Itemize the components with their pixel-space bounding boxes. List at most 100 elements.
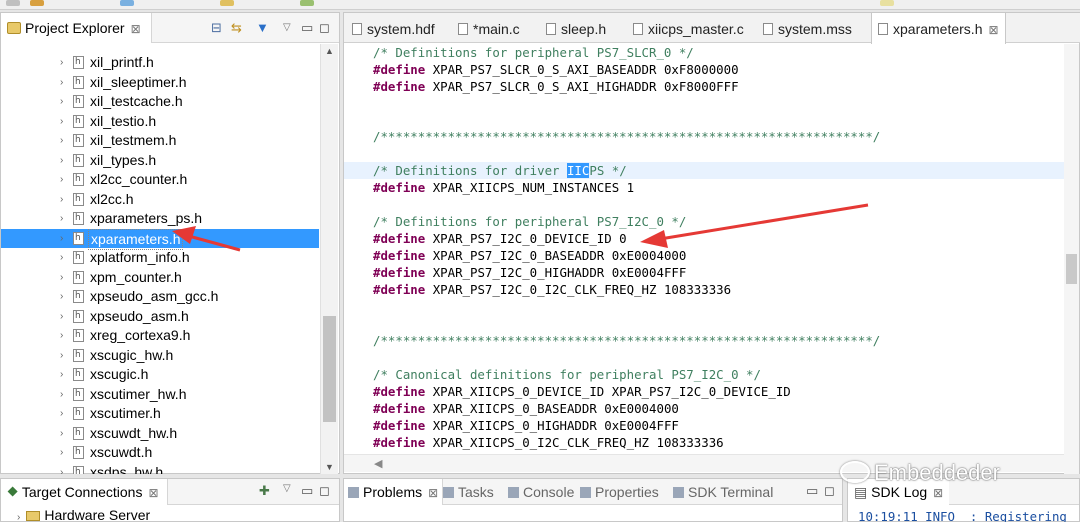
console-tab[interactable]: Properties xyxy=(576,479,663,505)
maximize-icon[interactable]: ◻ xyxy=(824,483,835,499)
editor-scrollbar[interactable] xyxy=(1064,44,1079,474)
chevron-right-icon[interactable]: › xyxy=(60,53,63,72)
chevron-right-icon[interactable]: › xyxy=(60,365,63,384)
tab-target-connections[interactable]: ⯁ Target Connections ⊠ xyxy=(1,479,168,505)
maximize-icon[interactable]: ◻ xyxy=(319,20,330,36)
file-tree-item[interactable]: › xil_sleeptimer.h xyxy=(1,73,319,93)
toolbar-icon[interactable] xyxy=(6,0,20,6)
code-text: XPAR_PS7_SLCR_0_S_AXI_HIGHADDR 0xF8000FF… xyxy=(432,79,739,94)
collapse-all-icon[interactable]: ⊟ xyxy=(211,20,222,36)
close-icon[interactable]: ⊠ xyxy=(148,486,158,500)
scroll-left-icon[interactable]: ◀ xyxy=(374,457,382,470)
maximize-icon[interactable]: ◻ xyxy=(319,483,330,499)
current-code-line: /* Definitions for driver IICPS */ xyxy=(344,162,1064,179)
scrollbar-thumb[interactable] xyxy=(1066,254,1077,284)
file-tree-item[interactable]: › xscutimer_hw.h xyxy=(1,385,319,405)
minimize-icon[interactable]: ▭ xyxy=(301,20,313,36)
file-tree-item[interactable]: › xil_testmem.h xyxy=(1,131,319,151)
editor-tab[interactable]: xparameters.h ⊠ xyxy=(871,13,1006,44)
file-tree-item[interactable]: › xil_types.h xyxy=(1,151,319,171)
chevron-right-icon[interactable]: › xyxy=(60,209,63,228)
close-icon[interactable]: ⊠ xyxy=(428,486,438,500)
link-editor-icon[interactable]: ⇆ xyxy=(231,20,242,36)
chevron-right-icon[interactable]: › xyxy=(60,346,63,365)
close-icon[interactable]: ⊠ xyxy=(933,486,943,500)
toolbar-icon[interactable] xyxy=(880,0,894,6)
file-tree-item[interactable]: › xsdps_hw.h xyxy=(1,463,319,475)
chevron-right-icon[interactable]: › xyxy=(60,131,63,150)
console-tab[interactable]: Problems ⊠ xyxy=(344,479,444,505)
define-keyword: #define xyxy=(373,180,426,195)
chevron-right-icon[interactable]: › xyxy=(60,424,63,443)
chevron-right-icon[interactable]: › xyxy=(60,385,63,404)
toolbar-icon[interactable] xyxy=(30,0,44,6)
file-tree-item[interactable]: › xpseudo_asm.h xyxy=(1,307,319,327)
file-tree-item[interactable]: › xplatform_info.h xyxy=(1,248,319,268)
file-tree-item[interactable]: › xscuwdt.h xyxy=(1,443,319,463)
chevron-right-icon[interactable]: › xyxy=(60,307,63,326)
editor-tab[interactable]: xiicps_master.c xyxy=(627,13,750,43)
file-tree-item[interactable]: › xscutimer.h xyxy=(1,404,319,424)
file-tree-item[interactable]: › xscugic_hw.h xyxy=(1,346,319,366)
chevron-right-icon[interactable]: › xyxy=(60,326,63,345)
file-tree-item[interactable]: › xpm_counter.h xyxy=(1,268,319,288)
code-line: #define XPAR_PS7_SLCR_0_S_AXI_HIGHADDR 0… xyxy=(373,78,739,95)
target-icon: ⯁ xyxy=(7,484,19,500)
toolbar-icon[interactable] xyxy=(300,0,314,6)
chevron-right-icon[interactable]: › xyxy=(60,229,63,248)
scroll-down-icon[interactable]: ▼ xyxy=(325,462,334,472)
chevron-right-icon[interactable]: › xyxy=(60,151,63,170)
chevron-right-icon[interactable]: › xyxy=(60,404,63,423)
file-tree-item[interactable]: › xpseudo_asm_gcc.h xyxy=(1,287,319,307)
project-explorer-panel: Project Explorer ⊠ ⊟ ⇆ ▼ ▽ ▭ ◻ › xil_print… xyxy=(0,12,340,474)
chevron-right-icon[interactable]: › xyxy=(60,190,63,209)
log-line: 10:19:11 INFO : Registering xyxy=(858,509,1067,522)
chevron-right-icon[interactable]: › xyxy=(60,92,63,111)
chevron-right-icon[interactable]: › xyxy=(60,287,63,306)
file-tree-item[interactable]: › xreg_cortexa9.h xyxy=(1,326,319,346)
chevron-right-icon[interactable]: › xyxy=(60,73,63,92)
tree-item-hardware-server[interactable]: › Hardware Server xyxy=(17,507,150,522)
chevron-right-icon[interactable]: › xyxy=(60,248,63,267)
chevron-right-icon[interactable]: › xyxy=(17,512,20,522)
minimize-icon[interactable]: ▭ xyxy=(806,483,818,499)
close-icon[interactable]: ⊠ xyxy=(988,23,998,37)
console-tab[interactable]: Console xyxy=(504,479,578,505)
header-file-icon xyxy=(73,73,84,92)
editor-tab[interactable]: system.hdf xyxy=(346,13,441,43)
file-tree-item[interactable]: › xparameters.h xyxy=(1,228,319,250)
scrollbar-thumb[interactable] xyxy=(323,316,336,422)
file-tree-item[interactable]: › xscuwdt_hw.h xyxy=(1,424,319,444)
new-connection-icon[interactable]: ✚ xyxy=(259,483,270,499)
file-tree-item[interactable]: › xil_printf.h xyxy=(1,53,319,73)
code-editor[interactable]: /* Definitions for peripheral PS7_SLCR_0… xyxy=(344,44,1064,454)
file-tree-item[interactable]: › xl2cc.h xyxy=(1,190,319,210)
header-file-icon xyxy=(73,326,84,345)
file-tree-item[interactable]: › xscugic.h xyxy=(1,365,319,385)
explorer-scrollbar[interactable]: ▲ ▼ xyxy=(320,44,338,474)
scroll-up-icon[interactable]: ▲ xyxy=(325,46,334,56)
editor-tab[interactable]: system.mss xyxy=(757,13,858,43)
toolbar-icon[interactable] xyxy=(120,0,134,6)
view-menu-icon[interactable]: ▽ xyxy=(283,22,291,33)
chevron-right-icon[interactable]: › xyxy=(60,443,63,462)
close-icon[interactable]: ⊠ xyxy=(131,22,141,36)
console-tab[interactable]: Tasks xyxy=(439,479,498,505)
file-tree-item[interactable]: › xil_testcache.h xyxy=(1,92,319,112)
tab-project-explorer[interactable]: Project Explorer ⊠ xyxy=(1,13,152,43)
minimize-icon[interactable]: ▭ xyxy=(301,483,313,499)
editor-tab[interactable]: sleep.h xyxy=(540,13,612,43)
editor-tab[interactable]: *main.c xyxy=(452,13,526,43)
console-tab[interactable]: SDK Terminal xyxy=(669,479,777,505)
file-tree-item[interactable]: › xil_testio.h xyxy=(1,112,319,132)
chevron-right-icon[interactable]: › xyxy=(60,170,63,189)
view-menu-icon[interactable]: ▽ xyxy=(283,483,291,494)
file-tree-item[interactable]: › xl2cc_counter.h xyxy=(1,170,319,190)
filter-icon[interactable]: ▼ xyxy=(256,20,269,35)
chevron-right-icon[interactable]: › xyxy=(60,112,63,131)
code-text: XPAR_XIICPS_0_HIGHADDR 0xE0004FFF xyxy=(432,418,679,433)
toolbar-icon[interactable] xyxy=(220,0,234,6)
chevron-right-icon[interactable]: › xyxy=(60,463,63,475)
chevron-right-icon[interactable]: › xyxy=(60,268,63,287)
file-tree-item[interactable]: › xparameters_ps.h xyxy=(1,209,319,229)
